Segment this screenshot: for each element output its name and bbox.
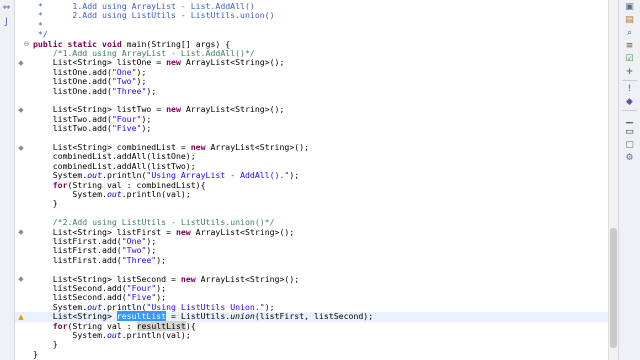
code-line[interactable]: System.out.println(val);: [33, 189, 608, 199]
package-icon[interactable]: ▤: [624, 15, 635, 26]
java-file-icon[interactable]: J: [2, 18, 11, 27]
info-marker-icon[interactable]: ◆: [18, 229, 24, 236]
java-element-icon[interactable]: ◆: [624, 97, 635, 108]
console-icon[interactable]: ▭: [624, 127, 635, 138]
maximize-icon[interactable]: ▢: [624, 140, 635, 151]
code-line[interactable]: System.out.println(val);: [33, 330, 608, 340]
fold-icon[interactable]: ⊖: [23, 40, 30, 48]
info-marker-icon[interactable]: ◆: [18, 59, 24, 66]
code-line[interactable]: }: [33, 198, 608, 208]
code-line[interactable]: }: [33, 339, 608, 349]
task-icon[interactable]: ☑: [624, 54, 635, 65]
warning-marker-icon[interactable]: ▲: [18, 313, 24, 320]
code-line[interactable]: *: [33, 20, 608, 30]
green-plus-icon[interactable]: +: [624, 67, 635, 78]
settings-icon[interactable]: ⚙: [624, 153, 635, 164]
minimize-icon[interactable]: ▁: [624, 114, 635, 125]
vertical-scrollbar[interactable]: [608, 0, 618, 360]
code-line[interactable]: }: [33, 349, 608, 359]
scrollbar-thumb[interactable]: [610, 228, 617, 348]
code-line[interactable]: listOne.add("Three");: [33, 86, 608, 96]
code-editor[interactable]: * 1.Add using ArrayList - List.AddAll() …: [33, 0, 608, 360]
outline-icon[interactable]: ▣: [624, 2, 635, 13]
info-marker-icon[interactable]: ◆: [18, 106, 24, 113]
list-icon[interactable]: ≡: [624, 41, 635, 52]
code-line[interactable]: * 2.Add using ListUtils - ListUtils.unio…: [33, 11, 608, 20]
code-line[interactable]: listTwo.add("Five");: [33, 123, 608, 133]
collapse-icon[interactable]: ⇔: [2, 4, 11, 13]
right-toolbar: ▣ ▤ ⌕ ≡ ☑ + ! ◆ ▁ ▭ ▢ ⚙: [618, 0, 640, 360]
editor-gutter: ⊖ ◆ ◆ ◆ ◆ ◆ ▲: [15, 0, 33, 360]
left-toolbar: ⇔ J: [0, 0, 15, 360]
info-marker-icon[interactable]: ◆: [18, 144, 24, 151]
code-line[interactable]: listFirst.add("Three");: [33, 255, 608, 265]
error-log-icon[interactable]: !: [624, 84, 635, 95]
info-marker-icon[interactable]: ◆: [18, 276, 24, 283]
search-icon[interactable]: ⌕: [624, 28, 635, 39]
